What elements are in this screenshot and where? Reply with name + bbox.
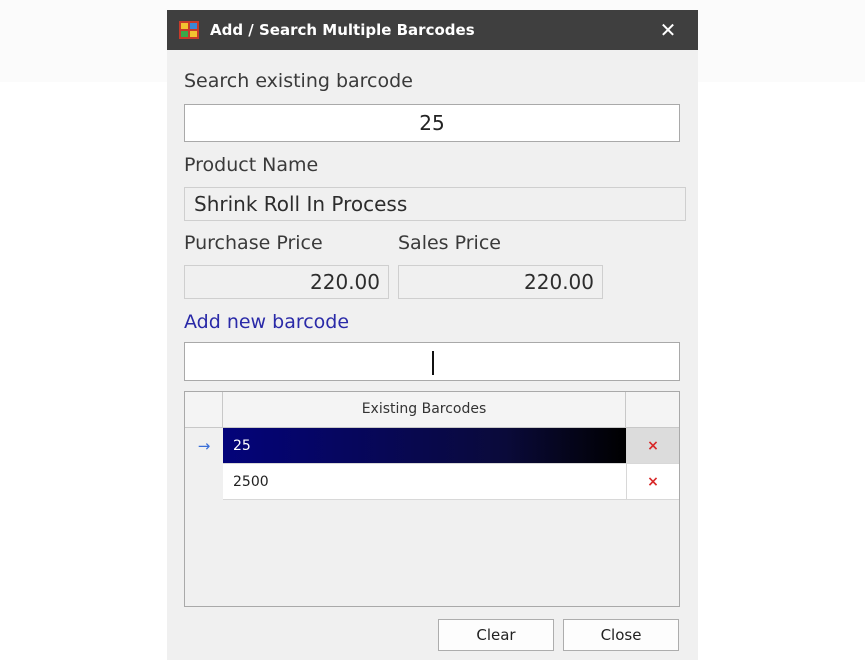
column-header-existing-barcodes[interactable]: Existing Barcodes (223, 392, 626, 427)
barcode-cell[interactable]: 25 (223, 428, 626, 464)
app-icon (179, 21, 199, 39)
purchase-price-label: Purchase Price (184, 232, 323, 254)
table-row[interactable]: 2500 × (185, 464, 679, 500)
table-row[interactable]: → 25 × (185, 428, 679, 464)
sales-price-field: 220.00 (398, 265, 603, 299)
close-button[interactable]: Close (563, 619, 679, 651)
window-title: Add / Search Multiple Barcodes (210, 21, 475, 39)
column-header-delete (626, 392, 679, 427)
grid-header: Existing Barcodes (185, 392, 679, 428)
title-bar[interactable]: Add / Search Multiple Barcodes ✕ (167, 10, 698, 50)
row-header-corner (185, 392, 223, 427)
product-name-label: Product Name (184, 154, 319, 176)
add-barcode-label: Add new barcode (184, 311, 350, 333)
sales-price-label: Sales Price (398, 232, 501, 254)
barcode-dialog: Add / Search Multiple Barcodes ✕ Search … (167, 10, 698, 660)
current-row-arrow-icon: → (185, 428, 223, 464)
delete-icon[interactable]: × (626, 428, 679, 464)
delete-icon[interactable]: × (626, 464, 679, 500)
row-header (185, 464, 223, 500)
search-input[interactable]: 25 (184, 104, 680, 142)
search-label: Search existing barcode (184, 70, 413, 92)
product-name-field: Shrink Roll In Process (184, 187, 686, 221)
clear-button[interactable]: Clear (438, 619, 554, 651)
purchase-price-field: 220.00 (184, 265, 389, 299)
text-caret (432, 351, 434, 375)
barcodes-grid[interactable]: Existing Barcodes → 25 × 2500 × (184, 391, 680, 607)
close-icon[interactable]: ✕ (653, 16, 683, 44)
add-barcode-input[interactable] (184, 342, 680, 381)
barcode-cell[interactable]: 2500 (223, 464, 626, 500)
